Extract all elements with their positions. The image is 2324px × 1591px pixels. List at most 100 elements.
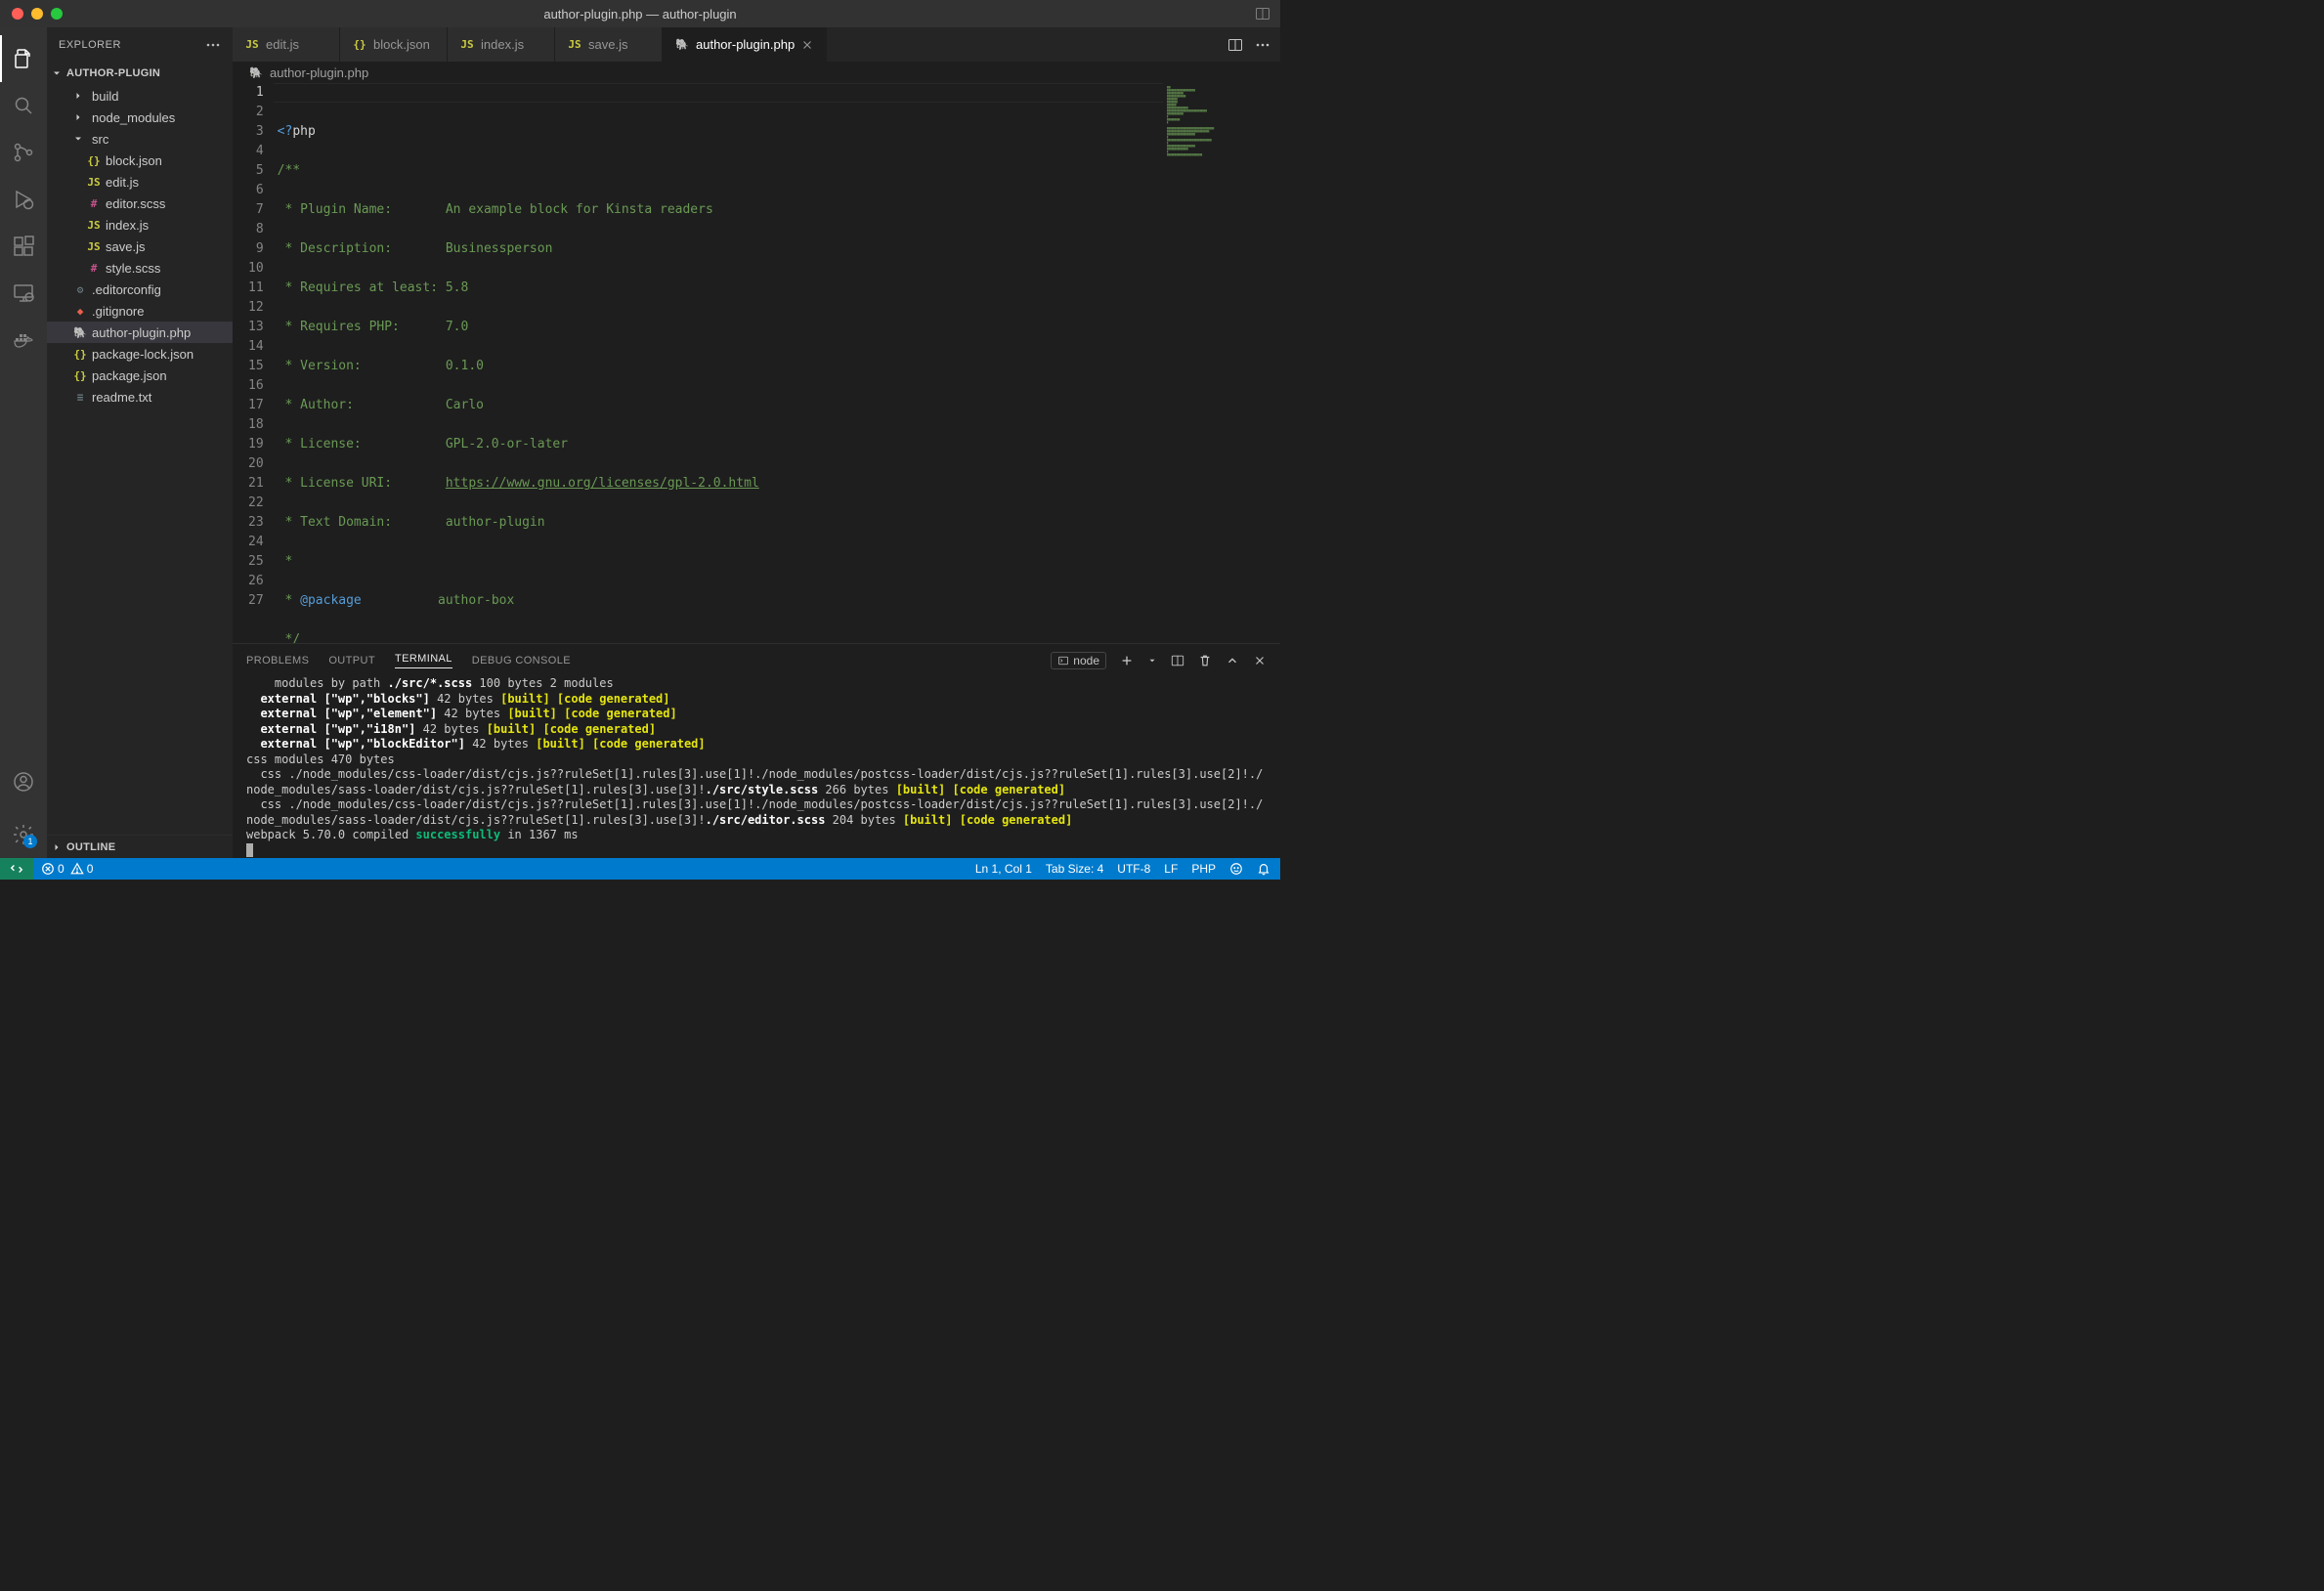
explorer-title: EXPLORER: [59, 39, 121, 51]
remote-explorer-activity-icon[interactable]: [0, 270, 47, 317]
explorer-more-icon[interactable]: [205, 37, 221, 53]
terminal-shell-selector[interactable]: node: [1051, 652, 1106, 669]
json-icon: {}: [86, 154, 102, 167]
chevron-down-icon: [51, 67, 66, 79]
scss-icon: #: [86, 262, 102, 275]
encoding-status[interactable]: UTF-8: [1117, 862, 1150, 876]
code-content[interactable]: <?php /** * Plugin Name: An example bloc…: [278, 83, 1163, 643]
maximize-panel-icon[interactable]: [1226, 654, 1239, 667]
file-tree: build node_modules src {}block.json JS ed…: [47, 85, 233, 835]
file-edit-js[interactable]: JS edit.js: [47, 171, 233, 193]
config-icon: ⚙: [72, 283, 88, 296]
js-icon: JS: [86, 176, 102, 189]
folder-src[interactable]: src: [47, 128, 233, 150]
terminal-dropdown-icon[interactable]: [1147, 656, 1157, 666]
breadcrumb-file: author-plugin.php: [270, 65, 368, 80]
split-terminal-icon[interactable]: [1171, 654, 1184, 667]
editor-group: JSedit.js {} block.json JSindex.js JSsave…: [233, 27, 1280, 858]
file-label: author-plugin.php: [92, 325, 191, 340]
tab-edit-js[interactable]: JSedit.js: [233, 27, 340, 62]
file-save-js[interactable]: JSsave.js: [47, 236, 233, 257]
layout-toggle-icon[interactable]: [1255, 6, 1270, 22]
tab-save-js[interactable]: JSsave.js: [555, 27, 663, 62]
file-package-lock-json[interactable]: {}package-lock.json: [47, 343, 233, 365]
cursor-position-status[interactable]: Ln 1, Col 1: [975, 862, 1032, 876]
tab-size-status[interactable]: Tab Size: 4: [1046, 862, 1103, 876]
source-control-activity-icon[interactable]: [0, 129, 47, 176]
tab-block-json[interactable]: {} block.json: [340, 27, 448, 62]
json-icon: {}: [72, 348, 88, 361]
minimap[interactable]: ▓▓▓▓▓▓▓▓▓▓▓▓▓▓▓▓▓▓▓▓▓▓▓▓▓▓▓▓▓▓▓▓▓▓▓▓▓▓▓▓…: [1163, 83, 1280, 643]
titlebar: author-plugin.php — author-plugin: [0, 0, 1280, 27]
terminal-output[interactable]: modules by path ./src/*.scss 100 bytes 2…: [233, 676, 1280, 858]
tab-author-plugin-php[interactable]: 🐘 author-plugin.php: [663, 27, 827, 62]
panel-tab-terminal[interactable]: TERMINAL: [395, 653, 452, 668]
outline-section-header[interactable]: OUTLINE: [47, 835, 233, 858]
accounts-activity-icon[interactable]: [0, 758, 47, 805]
explorer-activity-icon[interactable]: [0, 35, 47, 82]
file-author-plugin-php[interactable]: 🐘 author-plugin.php: [47, 322, 233, 343]
warning-count: 0: [87, 862, 94, 876]
settings-badge: 1: [23, 835, 37, 848]
status-bar: 0 0 Ln 1, Col 1 Tab Size: 4 UTF-8 LF PHP: [0, 858, 1280, 880]
language-status[interactable]: PHP: [1191, 862, 1216, 876]
php-icon: 🐘: [674, 38, 690, 51]
panel-tab-problems[interactable]: PROBLEMS: [246, 655, 309, 666]
docker-activity-icon[interactable]: [0, 317, 47, 364]
folder-build[interactable]: build: [47, 85, 233, 107]
warnings-status[interactable]: 0: [70, 862, 94, 876]
folder-node-modules[interactable]: node_modules: [47, 107, 233, 128]
chevron-right-icon: [72, 111, 88, 123]
js-icon: JS: [86, 240, 102, 253]
editor-tabs: JSedit.js {} block.json JSindex.js JSsave…: [233, 27, 1280, 62]
panel-tab-debug-console[interactable]: DEBUG CONSOLE: [472, 655, 571, 666]
file-label: .editorconfig: [92, 282, 161, 297]
outline-title: OUTLINE: [66, 841, 115, 853]
file-label: style.scss: [106, 261, 160, 276]
close-panel-icon[interactable]: [1253, 654, 1267, 667]
panel: PROBLEMS OUTPUT TERMINAL DEBUG CONSOLE n…: [233, 643, 1280, 858]
notifications-icon[interactable]: [1257, 862, 1270, 876]
project-name: AUTHOR-PLUGIN: [66, 67, 160, 79]
settings-activity-icon[interactable]: 1: [0, 811, 47, 858]
search-activity-icon[interactable]: [0, 82, 47, 129]
file-gitignore[interactable]: ◆.gitignore: [47, 300, 233, 322]
kill-terminal-icon[interactable]: [1198, 654, 1212, 667]
extensions-activity-icon[interactable]: [0, 223, 47, 270]
tab-label: block.json: [373, 37, 430, 52]
git-icon: ◆: [72, 305, 88, 318]
file-package-json[interactable]: {} package.json: [47, 365, 233, 386]
errors-status[interactable]: 0: [41, 862, 65, 876]
breadcrumb[interactable]: 🐘 author-plugin.php: [233, 62, 1280, 83]
eol-status[interactable]: LF: [1164, 862, 1178, 876]
activity-bar: 1: [0, 27, 47, 858]
folder-label: build: [92, 89, 118, 104]
tab-index-js[interactable]: JSindex.js: [448, 27, 555, 62]
explorer-sidebar: EXPLORER AUTHOR-PLUGIN build node_module…: [47, 27, 233, 858]
editor-more-icon[interactable]: [1255, 37, 1270, 53]
file-readme-txt[interactable]: ≡readme.txt: [47, 386, 233, 408]
file-block-json[interactable]: {}block.json: [47, 150, 233, 171]
run-debug-activity-icon[interactable]: [0, 176, 47, 223]
remote-indicator[interactable]: [0, 858, 33, 880]
split-editor-icon[interactable]: [1227, 37, 1243, 53]
file-style-scss[interactable]: # style.scss: [47, 257, 233, 279]
file-label: edit.js: [106, 175, 139, 190]
file-editorconfig[interactable]: ⚙ .editorconfig: [47, 279, 233, 300]
json-icon: {}: [352, 38, 367, 51]
chevron-right-icon: [51, 841, 66, 853]
json-icon: {}: [72, 369, 88, 382]
file-index-js[interactable]: JSindex.js: [47, 214, 233, 236]
line-number-gutter: 1234567891011121314151617181920212223242…: [233, 83, 278, 643]
tab-label: save.js: [588, 37, 627, 52]
code-editor[interactable]: 1234567891011121314151617181920212223242…: [233, 83, 1163, 643]
file-editor-scss[interactable]: #editor.scss: [47, 193, 233, 214]
close-tab-icon[interactable]: [800, 38, 814, 52]
panel-tab-output[interactable]: OUTPUT: [328, 655, 375, 666]
feedback-icon[interactable]: [1229, 862, 1243, 876]
folder-label: node_modules: [92, 110, 175, 125]
new-terminal-icon[interactable]: [1120, 654, 1134, 667]
project-section-header[interactable]: AUTHOR-PLUGIN: [47, 62, 233, 85]
php-icon: 🐘: [72, 326, 88, 339]
file-label: package.json: [92, 368, 167, 383]
